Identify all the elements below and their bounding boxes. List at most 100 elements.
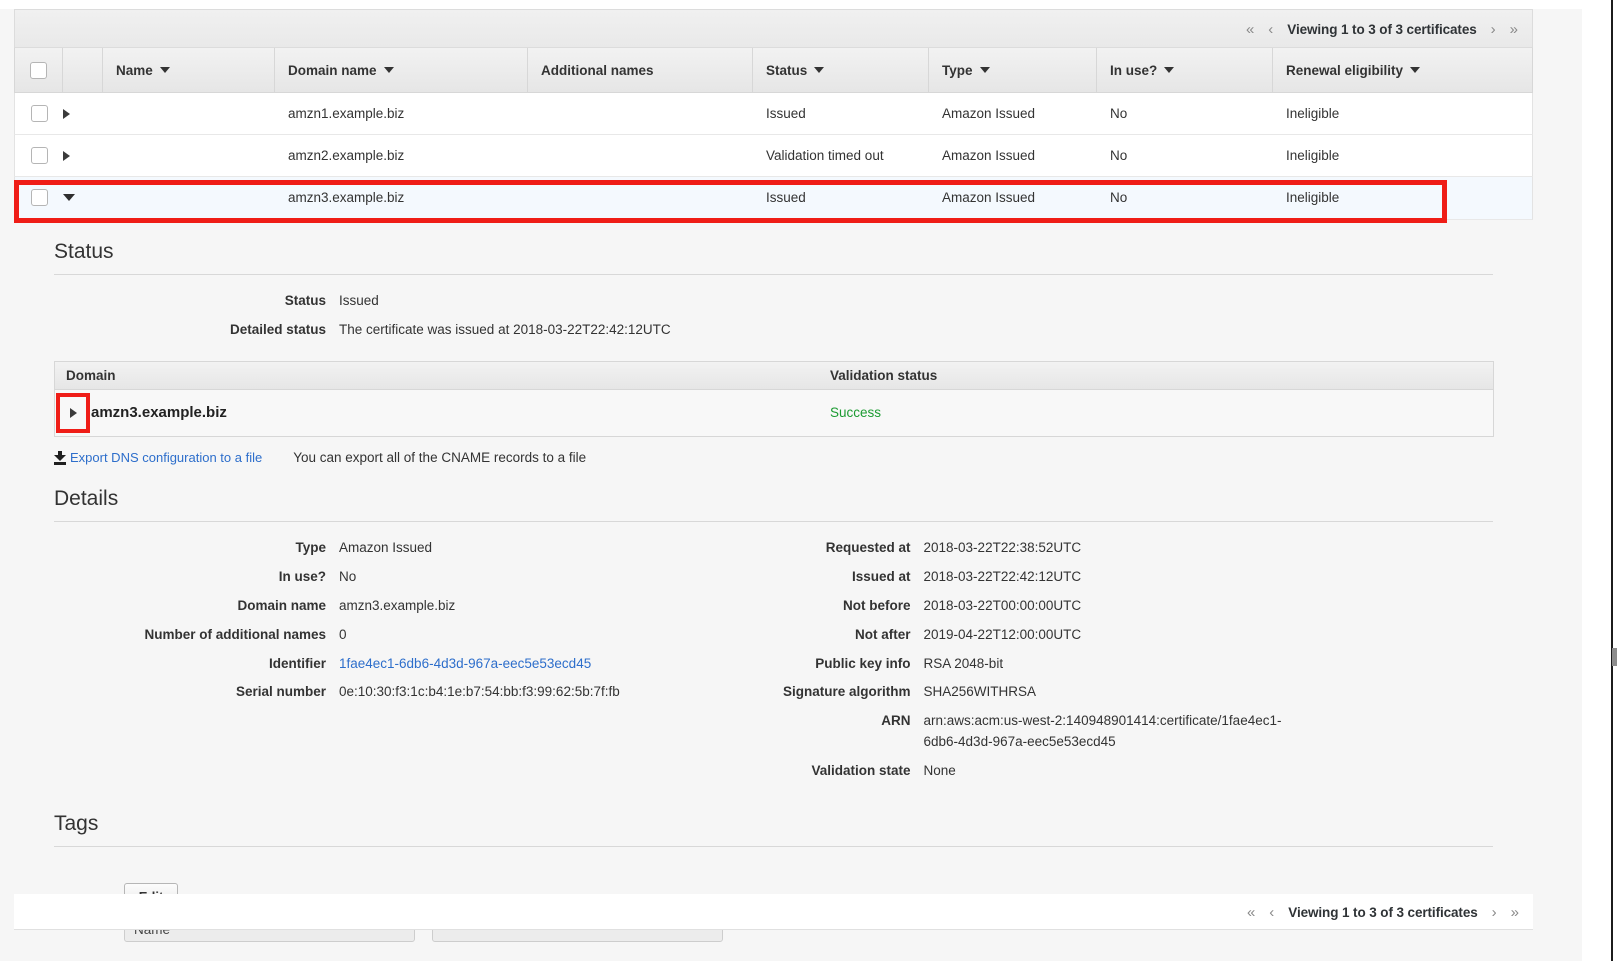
table-row-selected[interactable]: amzn3.example.biz Issued Amazon Issued N… [14, 177, 1533, 219]
column-header-additional-names[interactable]: Additional names [528, 48, 753, 92]
column-label-status: Status [766, 63, 807, 78]
field-value: 0 [339, 625, 347, 646]
row-expander-cell[interactable] [63, 177, 103, 218]
column-header-status[interactable]: Status [753, 48, 929, 92]
domain-table-row[interactable]: amzn3.example.biz Success [55, 390, 1493, 436]
export-dns-link[interactable]: Export DNS configuration to a file [70, 450, 262, 465]
cell-renewal-eligibility: Ineligible [1273, 93, 1532, 134]
column-header-domain-name[interactable]: Domain name [275, 48, 528, 92]
sort-caret-icon[interactable] [384, 67, 394, 73]
column-header-in-use[interactable]: In use? [1097, 48, 1273, 92]
domain-column-header: Domain [55, 368, 820, 383]
row-checkbox[interactable] [31, 189, 48, 206]
details-grid: Type Amazon Issued In use? No Domain nam… [54, 538, 1493, 790]
row-checkbox[interactable] [31, 147, 48, 164]
row-expander-cell[interactable] [63, 93, 103, 134]
field-value: 2018-03-22T22:38:52UTC [924, 538, 1082, 559]
sort-caret-icon[interactable] [160, 67, 170, 73]
field-label: Public key info [754, 656, 924, 671]
column-header-name[interactable]: Name [103, 48, 275, 92]
status-section-title: Status [54, 224, 1493, 274]
pagination-label-top: Viewing 1 to 3 of 3 certificates [1287, 22, 1476, 37]
field-value: No [339, 567, 356, 588]
column-header-renewal-eligibility[interactable]: Renewal eligibility [1273, 48, 1532, 92]
validation-status-column-header: Validation status [820, 368, 1493, 383]
detail-field-domain-name: Domain name amzn3.example.biz [54, 596, 754, 617]
field-value: 0e:10:30:f3:1c:b4:1e:b7:54:bb:f3:99:62:5… [339, 682, 620, 703]
detail-field-in-use: In use? No [54, 567, 754, 588]
column-header-type[interactable]: Type [929, 48, 1097, 92]
field-label: Not after [754, 627, 924, 642]
detail-field-validation-state: Validation state None [754, 761, 1493, 782]
domain-expander[interactable] [55, 408, 91, 418]
validation-status-value: Success [820, 405, 1493, 420]
field-label: Type [54, 540, 339, 555]
field-label: Serial number [54, 684, 339, 699]
table-row[interactable]: amzn1.example.biz Issued Amazon Issued N… [14, 93, 1533, 135]
details-section-title: Details [54, 465, 1493, 521]
row-select-cell[interactable] [15, 135, 63, 176]
cell-in-use: No [1097, 135, 1273, 176]
cell-status: Issued [753, 177, 929, 218]
row-expander-cell[interactable] [63, 135, 103, 176]
sort-caret-icon[interactable] [1164, 67, 1174, 73]
select-all-header[interactable] [15, 48, 63, 92]
field-label: Domain name [54, 598, 339, 613]
field-value: amzn3.example.biz [339, 596, 455, 617]
column-label-additional-names: Additional names [541, 63, 654, 78]
section-divider [54, 846, 1493, 847]
field-label: Signature algorithm [754, 684, 924, 699]
column-label-name: Name [116, 63, 153, 78]
sort-caret-icon[interactable] [1410, 67, 1420, 73]
field-label: Detailed status [54, 322, 339, 337]
cell-additional-names [528, 93, 753, 134]
field-label: Validation state [754, 763, 924, 778]
status-fields: Status Issued Detailed status The certif… [54, 291, 1493, 341]
field-value: The certificate was issued at 2018-03-22… [339, 320, 671, 341]
prev-page-icon[interactable]: ‹ [1268, 22, 1273, 37]
chevron-right-icon[interactable] [63, 151, 70, 161]
next-page-icon[interactable]: › [1491, 22, 1496, 37]
next-page-icon[interactable]: › [1492, 905, 1497, 920]
detail-field-type: Type Amazon Issued [54, 538, 754, 559]
row-select-cell[interactable] [15, 177, 63, 218]
scrollbar-thumb[interactable] [1612, 648, 1617, 666]
first-page-icon[interactable]: « [1247, 905, 1255, 920]
detail-field-identifier: Identifier 1fae4ec1-6db6-4d3d-967a-eec5e… [54, 654, 754, 675]
acm-certificate-page: « ‹ Viewing 1 to 3 of 3 certificates › »… [0, 0, 1617, 961]
status-field-detailed-status: Detailed status The certificate was issu… [54, 320, 1493, 341]
select-all-checkbox[interactable] [30, 62, 47, 79]
chevron-down-icon[interactable] [63, 194, 75, 201]
row-checkbox[interactable] [31, 105, 48, 122]
first-page-icon[interactable]: « [1246, 22, 1254, 37]
detail-field-number-of-additional-names: Number of additional names 0 [54, 625, 754, 646]
last-page-icon[interactable]: » [1511, 905, 1519, 920]
field-label: Status [54, 293, 339, 308]
cell-status: Issued [753, 93, 929, 134]
cell-additional-names [528, 135, 753, 176]
pagination-top: « ‹ Viewing 1 to 3 of 3 certificates › » [1246, 10, 1518, 48]
details-left-column: Type Amazon Issued In use? No Domain nam… [54, 538, 754, 790]
identifier-link[interactable]: 1fae4ec1-6db6-4d3d-967a-eec5e53ecd45 [339, 656, 591, 671]
domain-name-value: amzn3.example.biz [91, 404, 227, 421]
sort-caret-icon[interactable] [814, 67, 824, 73]
table-row[interactable]: amzn2.example.biz Validation timed out A… [14, 135, 1533, 177]
chevron-right-icon[interactable] [63, 109, 70, 119]
certificate-detail-panel: Status Status Issued Detailed status The… [14, 224, 1533, 950]
download-icon [54, 451, 66, 464]
column-label-type: Type [942, 63, 973, 78]
window-right-border [1611, 0, 1613, 961]
row-select-cell[interactable] [15, 93, 63, 134]
detail-field-issued-at: Issued at 2018-03-22T22:42:12UTC [754, 567, 1493, 588]
cell-in-use: No [1097, 177, 1273, 218]
field-value: RSA 2048-bit [924, 654, 1004, 675]
detail-field-arn: ARN arn:aws:acm:us-west-2:140948901414:c… [754, 711, 1493, 753]
expander-header [63, 48, 103, 92]
last-page-icon[interactable]: » [1510, 22, 1518, 37]
field-label: In use? [54, 569, 339, 584]
sort-caret-icon[interactable] [980, 67, 990, 73]
cell-additional-names [528, 177, 753, 218]
chevron-right-icon[interactable] [70, 408, 77, 418]
prev-page-icon[interactable]: ‹ [1269, 905, 1274, 920]
domain-cell: amzn3.example.biz [55, 404, 820, 421]
